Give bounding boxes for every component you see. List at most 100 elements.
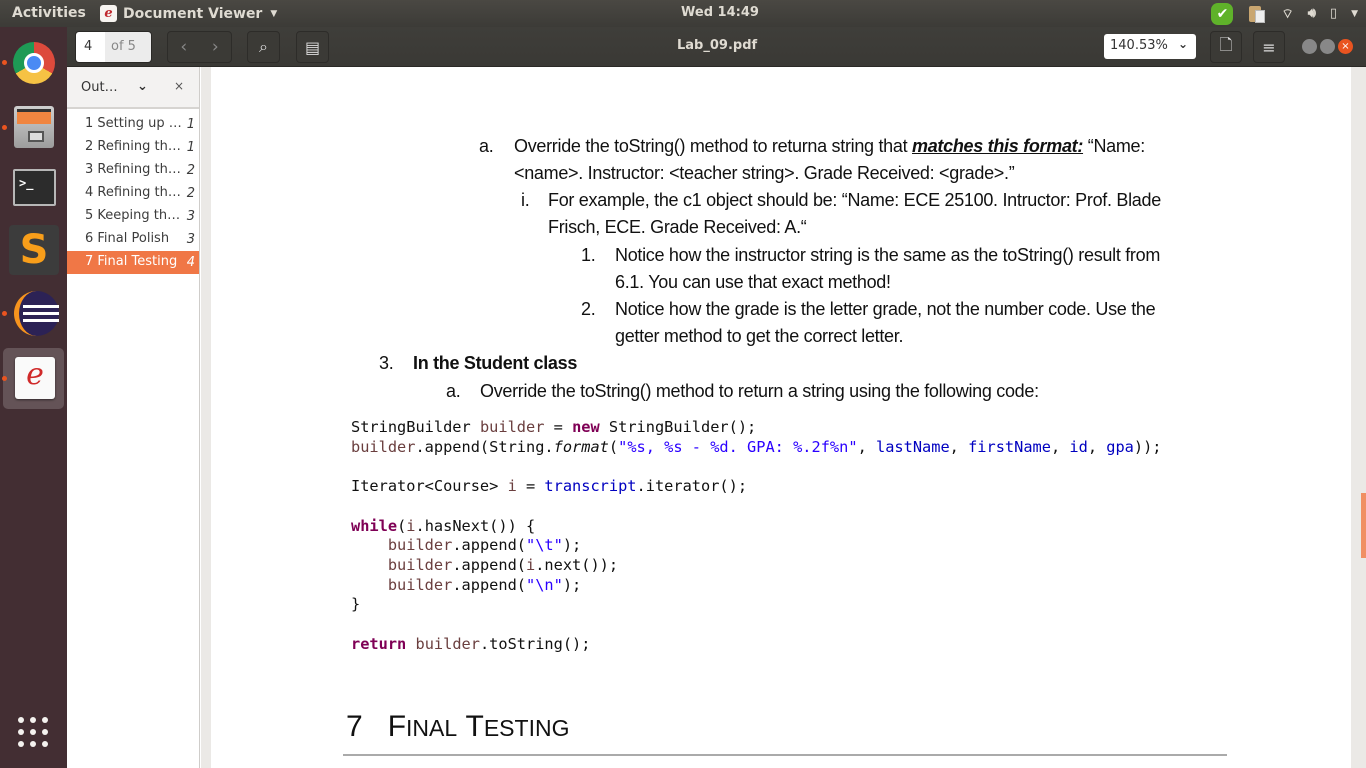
outline-item[interactable]: 6 Final Polish 3: [67, 228, 199, 251]
dock-item-files[interactable]: [2, 97, 64, 158]
item-1-line2: 6.1. You can use that exact method!: [615, 272, 891, 292]
app-menu[interactable]: e Document Viewer ▼: [100, 5, 277, 22]
chevron-down-icon[interactable]: ▼: [1351, 9, 1358, 19]
item-a1-line1: Override the toString() method to return…: [514, 133, 1145, 160]
terminal-icon: >_: [13, 169, 56, 206]
code-line: StringBuilder builder = new StringBuilde…: [351, 418, 757, 436]
check-icon[interactable]: ✔: [1211, 2, 1234, 25]
code-line: while(i.hasNext()) {: [351, 516, 536, 535]
outline-item-label: 1 Setting up …: [85, 116, 182, 131]
outline-item[interactable]: 4 Refining th… 2: [67, 182, 199, 205]
sublime-text-icon: S: [9, 225, 59, 275]
list-marker: 2.: [581, 299, 596, 319]
chevron-down-icon: ⌄: [1177, 37, 1188, 51]
show-applications-icon[interactable]: [18, 717, 48, 747]
page-zoom-icon: 🗋︎: [1219, 34, 1233, 54]
page-selector: 4 of 5: [75, 31, 152, 63]
current-page-input[interactable]: 4: [76, 32, 105, 62]
chevron-down-icon[interactable]: ⌄: [137, 79, 148, 94]
heading-word: T: [465, 710, 484, 743]
dock-item-sublime[interactable]: S: [3, 219, 64, 280]
outline-item-page: 1: [186, 117, 195, 132]
volume-icon[interactable]: 🔊︎: [1308, 6, 1316, 21]
document-title: Lab_09.pdf: [677, 38, 758, 53]
item-a1-post: “Name:: [1083, 136, 1146, 156]
scrollbar-thumb[interactable]: [1361, 493, 1366, 558]
annotations-button[interactable]: ▤: [296, 31, 329, 63]
top-bar: Activities e Document Viewer ▼ Wed 14:49…: [0, 0, 1366, 27]
minimize-button[interactable]: [1302, 39, 1317, 54]
outline-item[interactable]: 5 Keeping th… 3: [67, 205, 199, 228]
sidebar-header: Out… ⌄ ×: [67, 67, 199, 109]
outline-item[interactable]: 3 Refining th… 2: [67, 159, 199, 182]
app-menu-label: Document Viewer: [123, 5, 263, 22]
list-marker: a.: [479, 136, 494, 156]
item-i-line2: Frisch, ECE. Grade Received: A.“: [548, 217, 807, 237]
wifi-icon[interactable]: ⌔: [1281, 6, 1293, 22]
heading-word: F: [387, 710, 407, 743]
dock-item-document-viewer[interactable]: e: [2, 348, 64, 409]
previous-page-button[interactable]: ‹: [180, 37, 187, 57]
hamburger-icon: ≡: [1262, 37, 1276, 57]
evince-icon: e: [15, 357, 55, 399]
evince-icon: e: [100, 5, 117, 22]
item-i-line1: For example, the c1 object should be: “N…: [548, 190, 1161, 210]
item-a1-emphasis: matches this format:: [912, 136, 1084, 156]
page-nav-group: ‹ ›: [167, 31, 232, 63]
activities-button[interactable]: Activities: [12, 5, 86, 21]
running-indicator: [2, 125, 7, 130]
battery-icon[interactable]: ▯: [1330, 6, 1337, 21]
item-1-line1: Notice how the instructor string is the …: [615, 245, 1161, 265]
outline-item-page: 1: [186, 140, 195, 155]
header-bar: 4 of 5 ‹ › ⌕ ▤ Lab_09.pdf 140.53% ⌄ 🗋︎ ≡…: [67, 27, 1366, 67]
item-a2-text: Override the toString() method to return…: [480, 381, 1039, 401]
chrome-icon: [13, 42, 55, 84]
outline-item-page: 3: [186, 232, 195, 247]
running-indicator: [2, 376, 7, 381]
code-line: builder.append(String.format("%s, %s - %…: [351, 437, 1162, 456]
fit-page-button[interactable]: 🗋︎: [1210, 31, 1242, 63]
search-button[interactable]: ⌕: [247, 31, 280, 63]
close-button[interactable]: ×: [1338, 39, 1353, 54]
clock[interactable]: Wed 14:49: [681, 5, 759, 20]
item-a1-line2: <name>. Instructor: <teacher string>. Gr…: [514, 163, 1015, 183]
list-marker: i.: [521, 190, 530, 210]
maximize-button[interactable]: [1320, 39, 1335, 54]
section-heading: 7 FINAL TESTING: [346, 710, 569, 744]
outline-item-page: 4: [186, 255, 195, 270]
next-page-button[interactable]: ›: [212, 37, 219, 57]
code-block: StringBuilder builder = new StringBuilde…: [351, 418, 1162, 654]
outline-item[interactable]: 2 Refining th… 1: [67, 136, 199, 159]
item-3-heading: In the Student class: [413, 353, 578, 373]
zoom-value: 140.53%: [1110, 38, 1168, 53]
dock-item-eclipse[interactable]: [2, 283, 64, 344]
list-marker: 3.: [379, 353, 394, 373]
dock-item-chrome[interactable]: [2, 32, 64, 93]
total-pages-label: of 5: [105, 32, 151, 62]
outline-item-page: 2: [186, 163, 195, 178]
outline-item-label: 2 Refining th…: [85, 139, 181, 154]
code-line: return builder.toString();: [351, 634, 591, 653]
caret-down-icon: ▼: [270, 8, 278, 19]
dock: >_ S e: [0, 27, 67, 768]
running-indicator: [2, 311, 7, 316]
outline-item-label: 4 Refining th…: [85, 185, 181, 200]
section-number: 7: [346, 710, 363, 743]
outline-item-label: 3 Refining th…: [85, 162, 181, 177]
outline-item-label: 6 Final Polish: [85, 231, 170, 246]
outline-item-label: 5 Keeping th…: [85, 208, 181, 223]
system-tray: ✔ ⌔ 🔊︎ ▯ ▼: [1211, 2, 1358, 25]
outline-item-selected[interactable]: 7 Final Testing 4: [67, 251, 199, 274]
outline-item-page: 3: [186, 209, 195, 224]
zoom-selector[interactable]: 140.53% ⌄: [1104, 34, 1196, 59]
document-view[interactable]: a. Override the toString() method to ret…: [201, 67, 1366, 768]
dock-item-terminal[interactable]: >_: [3, 157, 64, 218]
close-sidebar-icon[interactable]: ×: [174, 79, 184, 93]
clipboard-icon[interactable]: [1247, 4, 1267, 24]
sidebar-mode-selector[interactable]: Out…: [81, 80, 118, 95]
search-icon: ⌕: [259, 37, 268, 56]
menu-button[interactable]: ≡: [1253, 31, 1285, 63]
outline-item[interactable]: 1 Setting up … 1: [67, 113, 199, 136]
item-a1-text: Override the toString() method to return…: [514, 136, 912, 156]
heading-word: ESTING: [483, 715, 570, 741]
